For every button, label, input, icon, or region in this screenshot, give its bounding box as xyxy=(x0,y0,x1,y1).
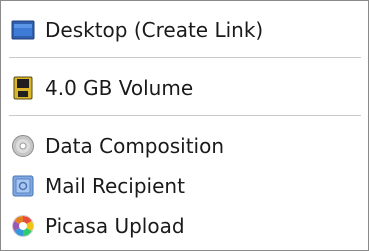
menu-item-label: Picasa Upload xyxy=(45,214,185,238)
menu-item-label: 4.0 GB Volume xyxy=(45,76,194,100)
menu-item-label: Data Composition xyxy=(45,134,225,158)
menu-item-4gb-volume[interactable]: 4.0 GB Volume xyxy=(11,73,193,103)
desktop-icon xyxy=(11,18,35,42)
menu-item-data-composition[interactable]: Data Composition xyxy=(11,131,224,161)
menu-item-picasa-upload[interactable]: Picasa Upload xyxy=(11,211,185,241)
menu-separator xyxy=(9,57,361,58)
picasa-icon xyxy=(11,214,35,238)
menu-item-mail-recipient[interactable]: Mail Recipient xyxy=(11,171,185,201)
menu-item-label: Desktop (Create Link) xyxy=(45,18,264,42)
menu-separator xyxy=(9,115,361,116)
mail-icon xyxy=(11,174,35,198)
volume-drive-icon xyxy=(11,76,35,100)
send-to-menu: Desktop (Create Link) 4.0 GB Volume Data… xyxy=(0,0,369,251)
menu-item-label: Mail Recipient xyxy=(45,174,185,198)
disc-icon xyxy=(11,134,35,158)
menu-item-desktop-create-link[interactable]: Desktop (Create Link) xyxy=(11,15,263,45)
